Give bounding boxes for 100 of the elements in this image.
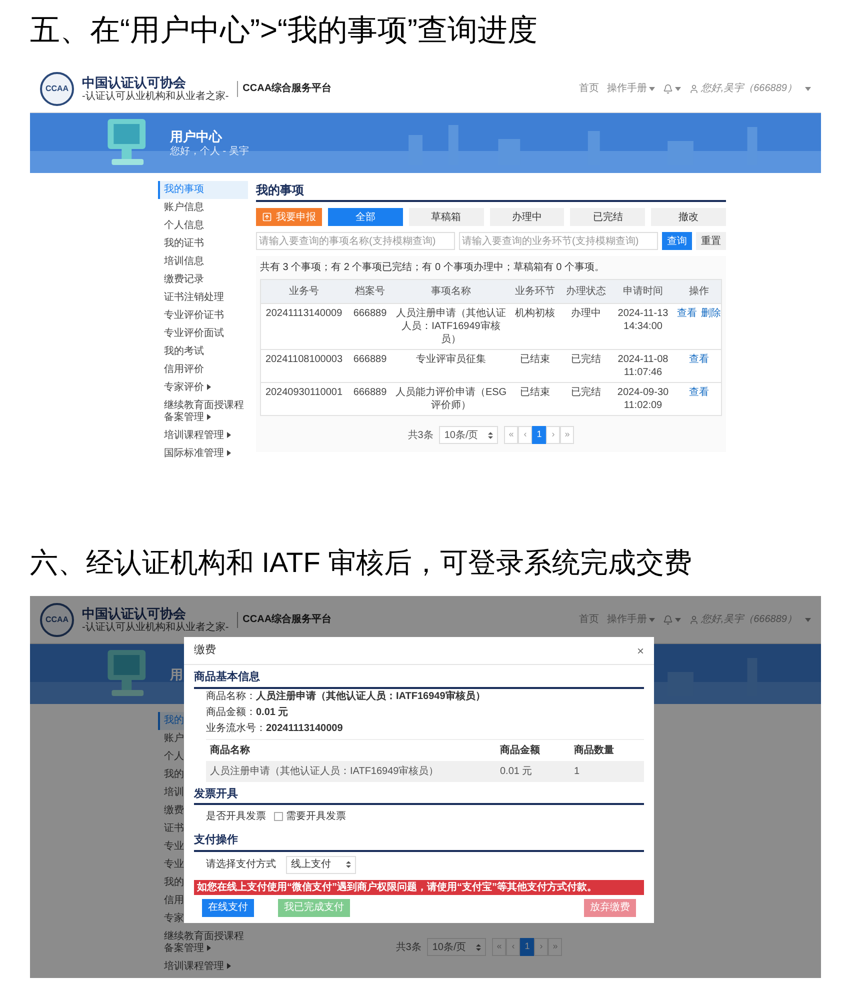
sidebar-item[interactable]: 缴费记录 [158,271,248,289]
sidebar-item[interactable]: 培训课程管理 [158,427,248,445]
sidebar-item[interactable]: 我的证书 [158,235,248,253]
section-heading: 发票开具 [194,786,644,805]
sidebar-item[interactable]: 专业评价证书 [158,307,248,325]
payment-button[interactable]: 在线支付 [202,898,254,916]
column-header: 商品数量 [573,743,615,758]
table-cell-text: 已结束 [519,352,551,367]
sidebar-item[interactable]: 专家评价 [158,379,248,397]
payment-method-select[interactable]: 线上支付 [286,856,356,874]
invoice-checkbox[interactable] [274,812,283,821]
page-button[interactable]: ‹ [518,426,532,444]
reset-button[interactable]: 重置 [696,232,726,250]
caret-down-icon [805,618,811,622]
user-icon [688,84,699,94]
platform-name: CCAA综合服务平台 [242,82,332,96]
table-cell-text: 人员能力评价申请（ESG评价师） [394,386,508,413]
table-cell-text: 666889 [352,307,388,321]
sidebar-item[interactable]: 信用评价 [158,361,248,379]
table-cell-text: 20241113140009 [264,307,344,321]
table-cell-text: 666889 [352,386,388,400]
page-button[interactable]: › [546,426,560,444]
column-header: 商品金额 [499,743,541,758]
info-field: 业务流水号：20241113140009 [206,720,644,736]
page-size-select[interactable]: 10条/页 [439,426,498,444]
table-cell-text: 办理中 [570,306,602,321]
warning-banner: 如您在线上支付使用“微信支付”遇到商户权限问题，请使用“支付宝”等其他支付方式付款。 [194,880,644,894]
page-size-select[interactable]: 10条/页 [427,938,486,956]
table-cell-text: 人员注册申请（其他认证人员：IATF16949审核员） [209,764,440,778]
bell-icon[interactable] [662,84,673,94]
table-cell-text: 20240930110001 [264,386,344,400]
table-cell-text: 20241108100003 [264,353,344,367]
info-field: 商品金额：0.01 元 [206,704,644,720]
column-header: 档案号 [354,284,386,299]
nav-link[interactable]: 首页 [578,612,599,627]
action-link[interactable]: 查看 [689,386,709,412]
table-cell-text: 已结束 [519,386,551,400]
org-name: 中国认证认可协会 [82,606,187,620]
summary-text: 共有 3 个事项；有 2 个事项已完结；有 0 个事项办理中；草稿箱有 0 个事项。 [260,260,606,275]
apply-button[interactable]: 我要申报 [256,208,322,226]
page-button[interactable]: « [504,426,518,444]
user-menu[interactable]: 您好,吴宇（666889） [688,612,797,627]
sidebar-item[interactable]: 继续教育面授课程备案管理 [158,928,248,958]
bell-icon[interactable] [662,614,673,624]
caret-down-icon [674,618,681,622]
sidebar-item[interactable]: 专业评价面试 [158,325,248,343]
filter-tab[interactable]: 草稿箱 [408,208,484,226]
total-count: 共3条 [408,428,434,442]
action-link[interactable]: 查看 [677,307,697,346]
org-slogan: -认证认可从业机构和从业者之家- [82,622,229,634]
sidebar-item[interactable]: 证书注销处理 [158,289,248,307]
nav-link[interactable]: 操作手册 [606,612,655,627]
banner-title: 用 [170,666,183,682]
column-header: 申请时间 [622,284,664,299]
filter-tab[interactable]: 已完结 [570,208,646,226]
sidebar-item[interactable]: 账户信息 [158,199,248,217]
caret-down-icon [805,86,811,90]
page-button[interactable]: 1 [532,426,546,444]
table-cell-text: 2024-11-08 11:07:46 [616,353,670,380]
sidebar-item[interactable]: 继续教育面授课程备案管理 [158,397,248,427]
filter-tab[interactable]: 撤改 [651,208,726,226]
sidebar-item[interactable]: 国际标准管理 [158,445,248,463]
user-menu[interactable]: 您好,吴宇（666889） [688,81,797,96]
table-cell-text: 已完结 [570,386,602,400]
step-heading: 六、经认证机构和 IATF 审核后，可登录系统完成交费 [29,546,694,580]
query-button[interactable]: 查询 [662,232,692,250]
dialog-title: 缴费 [194,643,216,658]
table-cell-text: 2024-11-13 14:34:00 [616,307,670,334]
column-header: 业务号 [288,284,320,299]
action-link[interactable]: 查看 [689,353,709,379]
checkbox-label: 需要开具发票 [286,810,346,824]
nav-link[interactable]: 操作手册 [606,81,655,96]
field-label: 是否开具发票 [206,810,266,824]
caret-down-icon [674,86,681,90]
action-link[interactable]: 删除 [701,307,721,346]
nav-link[interactable]: 首页 [578,81,599,96]
table-cell-text: 1 [573,764,581,778]
section-heading: 商品基本信息 [194,669,644,688]
sidebar-item[interactable]: 培训信息 [158,253,248,271]
column-header: 办理状态 [565,284,607,299]
column-header: 业务环节 [514,284,556,299]
logo-text: CCAA [45,616,69,624]
banner-title: 用户中心 [170,128,222,145]
close-button[interactable]: × [636,642,644,660]
filter-tab[interactable]: 办理中 [490,208,564,226]
sidebar-item[interactable]: 培训课程管理 [158,958,248,976]
sidebar-item[interactable]: 我的事项 [158,181,248,199]
column-header: 操作 [688,285,710,299]
banner-subtitle: 您好，个人 - 吴宇 [170,145,249,158]
table-cell-text: 专业评审员征集 [415,352,487,367]
page-button[interactable]: 1 [520,938,534,956]
search-field[interactable]: 请输入要查询的业务环节(支持模糊查询) [459,232,658,250]
search-field[interactable]: 请输入要查询的事项名称(支持模糊查询) [256,232,455,250]
sort-arrows-icon [346,861,351,868]
sidebar-item[interactable]: 个人信息 [158,217,248,235]
table-cell-text: 0.01 元 [499,764,534,778]
user-icon [688,614,699,624]
page-button[interactable]: » [560,426,574,444]
filter-tab[interactable]: 全部 [328,208,403,226]
sidebar-item[interactable]: 我的考试 [158,343,248,361]
